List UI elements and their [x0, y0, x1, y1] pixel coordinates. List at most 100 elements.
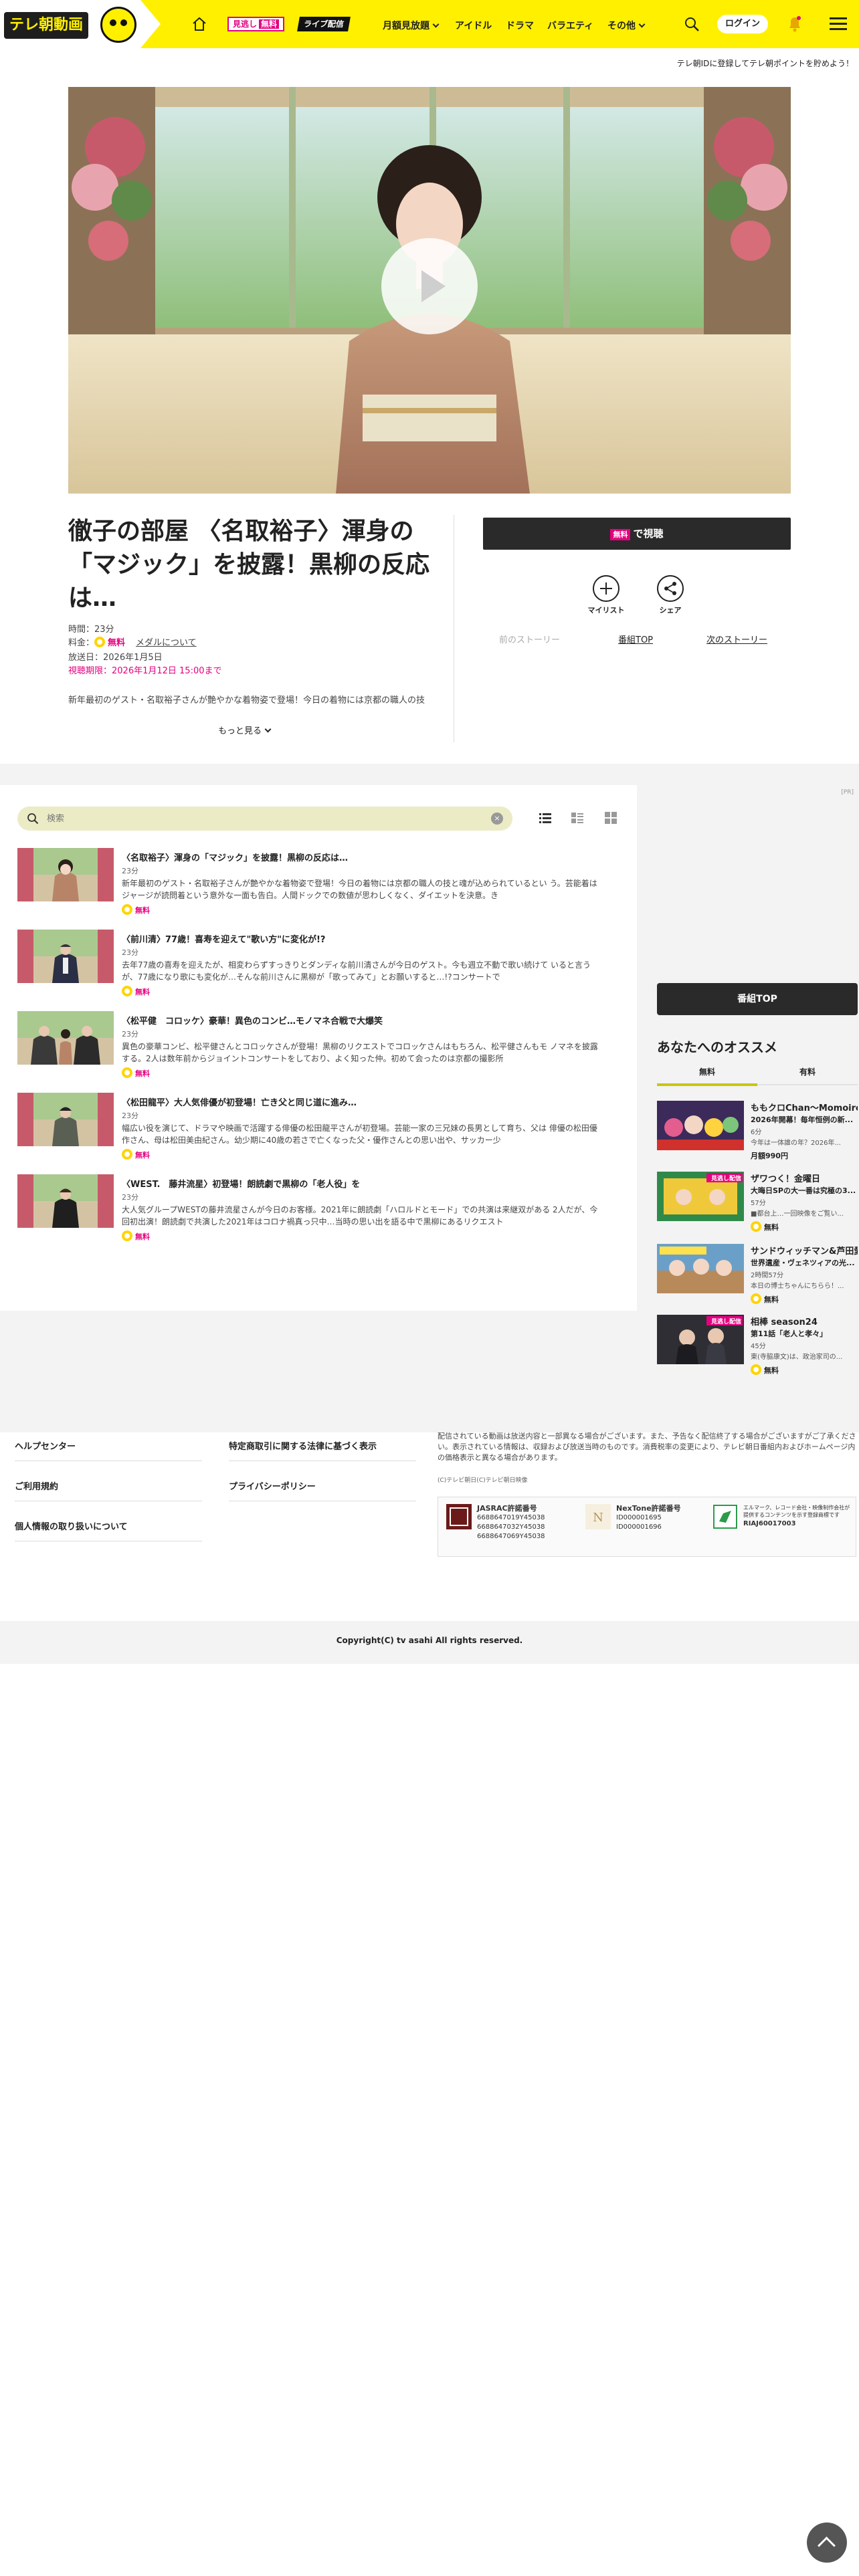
search-icon [27, 813, 39, 825]
footer-personal-info-link[interactable]: 個人情報の取り扱いについて [15, 1519, 128, 1532]
grid-view-icon[interactable] [603, 811, 618, 825]
list-view-icon[interactable] [538, 811, 553, 825]
nav-variety[interactable]: バラエティ [547, 19, 593, 32]
list-item[interactable]: 〈名取裕子〉渾身の「マジック」を披露！黒柳の反応は… 23分 新年最初のゲスト・… [17, 848, 619, 915]
detail-view-icon[interactable] [570, 811, 585, 825]
clear-icon[interactable]: × [491, 813, 503, 825]
mitsune-free-link[interactable]: 見逃し 無料 [227, 17, 285, 31]
recommend-item-subtitle: 第11話「老人と孝々」 [751, 1329, 828, 1338]
recommend-item-meta: 6分 今年は一体誰の年？2026年... [751, 1129, 841, 1147]
footer-privacy-link[interactable]: プライバシーポリシー [229, 1479, 316, 1492]
program-top-button[interactable]: 番組TOP [657, 983, 858, 1015]
recommend-item[interactable]: ももクロChan～Momoiro Clover Z Channel～ 2026年… [657, 1101, 858, 1161]
recommend-item-subtitle: 世界遺産・ヴェネツィアの光... [751, 1259, 855, 1267]
episode-item-title: 〈前川清〉77歳！喜寿を迎えて"歌い方"に変化が!? [122, 935, 326, 945]
medal-info-link[interactable]: メダルについて [136, 638, 197, 648]
episode-item-free-label: 無料 [135, 1232, 150, 1241]
mitsune-free-label: 無料 [259, 19, 280, 29]
legal-copy: (C)テレビ朝日(C)テレビ朝日映像 [438, 1477, 528, 1484]
mylist-label: マイリスト [587, 606, 625, 615]
episode-search[interactable]: × [17, 807, 512, 831]
price-prefix: 料金： [68, 638, 95, 648]
nav-idol[interactable]: アイドル [455, 19, 492, 32]
legal-notice: 配信されている動画は放送内容と一部異なる場合がございます。また、予告なく配信終了… [438, 1432, 856, 1462]
video-player[interactable] [68, 87, 791, 494]
list-item[interactable]: 〈松田龍平〉大人気俳優が初登場！亡き父と同じ道に進み… 23分 幅広い役を演じて… [17, 1093, 619, 1160]
chevron-down-icon [638, 21, 646, 28]
episode-item-free-label: 無料 [135, 988, 150, 996]
episode-item-free: 無料 [122, 1067, 150, 1079]
nav-monthly[interactable]: 月額見放題 [383, 19, 440, 32]
more-button[interactable]: もっと見る [218, 724, 272, 736]
list-item[interactable]: 〈WEST. 藤井流星〉初登場！朗読劇で黒柳の「老人役」を 23分 大人気グルー… [17, 1174, 619, 1241]
mylist-button[interactable] [593, 575, 619, 602]
recommend-item-subtitle: 2026年開幕！毎年恒例の新... [751, 1115, 854, 1124]
recommend-item-free-label: 無料 [764, 1366, 779, 1375]
home-icon[interactable] [191, 16, 207, 32]
recommend-item-free-label: 無料 [764, 1223, 779, 1232]
ad-label: [PR] [841, 789, 854, 796]
play-button[interactable] [381, 238, 478, 334]
mitsune-label: 見逃し [233, 19, 258, 29]
list-item[interactable]: 〈前川清〉77歳！喜寿を迎えて"歌い方"に変化が!? 23分 去年77歳の喜寿を… [17, 930, 619, 996]
bell-icon[interactable] [787, 15, 803, 32]
nextone-logo-icon: N [585, 1504, 611, 1529]
episode-item-duration: 23分 [122, 1030, 138, 1039]
episode-thumbnail [17, 930, 114, 983]
share-button[interactable] [657, 575, 684, 602]
tab-free[interactable]: 無料 [657, 1066, 757, 1077]
nav-other-label: その他 [607, 21, 636, 31]
riaj-number: RIAJ60017003 [743, 1520, 796, 1527]
recommend-item-title: ももクロChan～Momoiro Clover Z Channel～ [751, 1103, 858, 1113]
recommend-thumbnail [657, 1101, 744, 1150]
login-button[interactable]: ログイン [717, 15, 768, 33]
episode-item-desc: 異色の豪華コンビ、松平健さんとコロッケさんが登場！黒柳のリクエストでコロッケさん… [122, 1042, 598, 1063]
program-top-link[interactable]: 番組TOP [618, 633, 653, 645]
live-link[interactable]: ライブ配信 [297, 17, 351, 31]
free-medal-icon [122, 1067, 132, 1078]
search-icon[interactable] [684, 16, 700, 32]
riaj-info: エルマーク、レコード会社・映像制作会社が提供するコンテンツを示す登録商標です RI… [743, 1504, 850, 1527]
recommend-item-title: 相棒 season24 [751, 1317, 818, 1327]
recommend-thumbnail [657, 1244, 744, 1293]
nav-other[interactable]: その他 [607, 19, 646, 32]
episode-item-free-label: 無料 [135, 1069, 150, 1078]
watch-button[interactable]: 無料 で視聴 [483, 518, 791, 550]
share-label: シェア [659, 606, 682, 615]
recommend-item-free: 無料 [751, 1293, 779, 1305]
next-story-link[interactable]: 次のストーリー [706, 633, 767, 645]
hamburger-menu-icon[interactable] [830, 17, 847, 31]
footer-terms-link[interactable]: ご利用規約 [15, 1479, 58, 1492]
recommend-item-title: ザワつく！金曜日 [751, 1174, 821, 1184]
search-input[interactable] [47, 812, 475, 825]
logo-area[interactable]: テレ朝動画 [0, 0, 161, 48]
episode-item-duration: 23分 [122, 867, 138, 875]
tab-paid-underline [757, 1084, 858, 1085]
price-free: 無料 [108, 638, 126, 648]
back-to-top-button[interactable] [807, 2523, 847, 2563]
site-header: テレ朝動画 見逃し 無料 ライブ配信 月額見放題 アイドル ドラマ バラエティ そ… [0, 0, 859, 48]
episode-item-duration: 23分 [122, 948, 138, 957]
site-logo[interactable]: テレ朝動画 [4, 12, 89, 39]
recommend-item[interactable]: 見逃し配信 相棒 season24 第11話「老人と孝々」 45分 東(寺脇康文… [657, 1315, 858, 1375]
free-medal-icon [751, 1364, 761, 1375]
recommend-item[interactable]: 見逃し配信 ザワつく！金曜日 大晦日SPの大一番は究極の3... 57分 ■都台… [657, 1172, 858, 1232]
air-date: 放送日：2026年1月5日 [68, 653, 163, 663]
recommend-title: あなたへのオススメ [657, 1039, 777, 1055]
jasrac-info: JASRAC許諾番号 6688647019Y45038 6688647032Y45… [477, 1504, 545, 1541]
list-item[interactable]: 〈松平健 コロッケ〉豪華！異色のコンビ…モノマネ合戦で大爆笑 23分 異色の豪華… [17, 1011, 619, 1078]
riaj-text: エルマーク、レコード会社・映像制作会社が提供するコンテンツを示す登録商標です [743, 1505, 850, 1518]
episode-item-desc: 幅広い役を演じて、ドラマや映画で活躍する俳優の松田龍平さんが初登場。芸能一家の三… [122, 1123, 597, 1145]
footer-help-link[interactable]: ヘルプセンター [15, 1439, 76, 1452]
recommend-thumbnail: 見逃し配信 [657, 1315, 744, 1364]
nav-monthly-label: 月額見放題 [383, 21, 430, 31]
recommend-item-subtitle: 大晦日SPの大一番は究極の3... [751, 1186, 856, 1195]
episode-thumbnail [17, 1174, 114, 1228]
footer-commerce-law-link[interactable]: 特定商取引に関する法律に基づく表示 [229, 1439, 377, 1452]
promo-text[interactable]: テレ朝IDに登録してテレ朝ポイントを貯めよう！ [677, 58, 854, 69]
episode-price: 料金： 無料 メダルについて [68, 635, 197, 648]
recommend-item[interactable]: サンドウィッチマン&芦田愛菜の博士ちゃん 世界遺産・ヴェネツィアの光... 2時… [657, 1244, 858, 1304]
recommend-item-title: サンドウィッチマン&芦田愛菜の博士ちゃん [751, 1247, 858, 1257]
nav-drama[interactable]: ドラマ [506, 19, 534, 32]
tab-paid[interactable]: 有料 [757, 1066, 858, 1077]
